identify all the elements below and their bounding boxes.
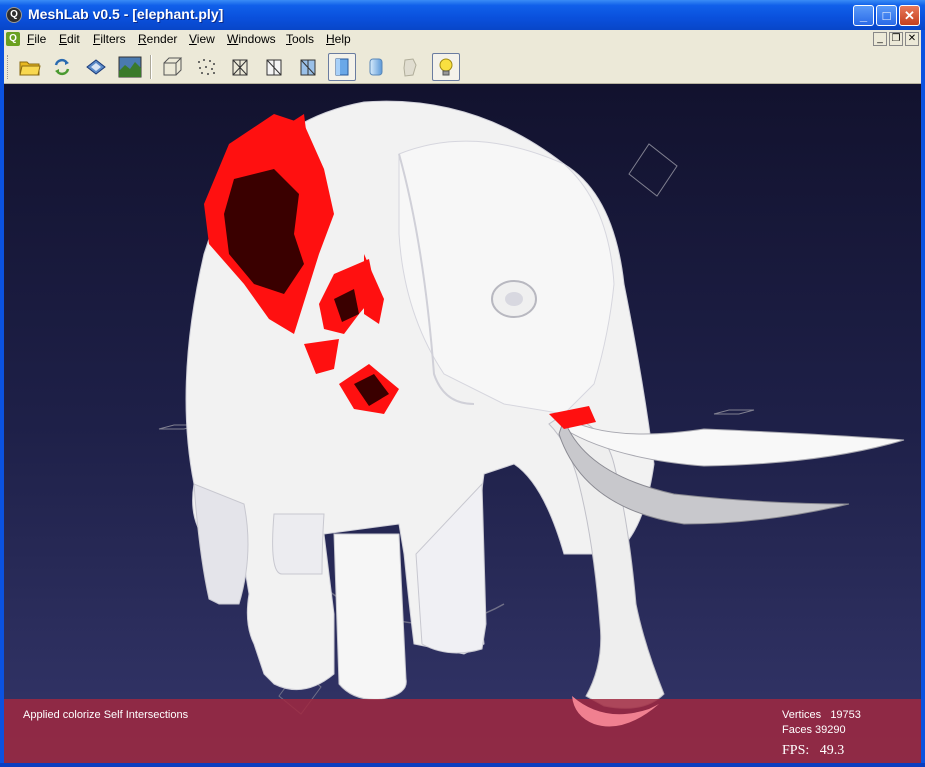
menu-render[interactable]: Render: [138, 32, 177, 46]
open-folder-icon: [19, 61, 41, 76]
save-disk-icon: [86, 59, 106, 75]
smooth-shading-button[interactable]: [362, 53, 390, 81]
hidden-lines-icon: [266, 59, 282, 76]
status-overlay: Applied colorize Self Intersections Vert…: [4, 699, 921, 763]
points-button[interactable]: [192, 53, 220, 81]
close-button[interactable]: ✕: [899, 5, 920, 26]
window-bottom-border: [0, 763, 925, 767]
save-button[interactable]: [82, 53, 110, 81]
trackball-handle-right: [713, 409, 755, 415]
texture-icon: [403, 58, 417, 77]
menu-windows[interactable]: Windows: [227, 32, 276, 46]
menu-help[interactable]: Help: [326, 32, 351, 46]
hidden-lines-button[interactable]: [260, 53, 288, 81]
toolbar-separator: [150, 55, 152, 79]
trackball-handle-top: [628, 143, 678, 197]
bounding-box-icon: [163, 57, 183, 76]
toolbar: [4, 50, 921, 84]
mdi-minimize-button[interactable]: _: [873, 32, 887, 46]
points-render-icon: [198, 59, 215, 75]
toolbar-grip[interactable]: [7, 55, 11, 79]
open-button[interactable]: [16, 53, 44, 81]
bounding-box-button[interactable]: [158, 53, 186, 81]
mdi-close-button[interactable]: ✕: [905, 32, 919, 46]
snapshot-image-icon: [118, 56, 142, 78]
elephant-mesh-render[interactable]: [4, 84, 921, 763]
minimize-button[interactable]: _: [853, 5, 874, 26]
reload-icon: [54, 58, 70, 76]
faces-label: Faces: [782, 724, 812, 736]
wireframe-icon: [232, 59, 248, 76]
mdi-restore-button[interactable]: ❐: [889, 32, 903, 46]
mesh-stats: Vertices 19753 Faces 39290: [782, 708, 861, 738]
lighting-bulb-icon: [439, 58, 453, 76]
title-bar[interactable]: Q MeshLab v0.5 - [elephant.ply] _ □ ✕: [0, 0, 925, 30]
fps-counter: FPS: 49.3: [782, 743, 844, 759]
flat-shading-icon: [335, 58, 349, 76]
snapshot-button[interactable]: [116, 53, 144, 81]
texture-button[interactable]: [396, 53, 424, 81]
status-message: Applied colorize Self Intersections: [23, 709, 189, 721]
window-title: MeshLab v0.5 - [elephant.ply]: [28, 6, 224, 22]
menu-bar: Q File Edit Filters Render View Windows …: [4, 30, 921, 50]
lighting-button[interactable]: [432, 53, 460, 81]
mdi-document-icon[interactable]: Q: [6, 32, 20, 46]
meshlab-window: Q MeshLab v0.5 - [elephant.ply] _ □ ✕ Q …: [0, 0, 925, 767]
flat-lines-icon: [300, 59, 316, 76]
menu-tools[interactable]: Tools: [286, 32, 314, 46]
menu-file[interactable]: File: [27, 32, 46, 46]
faces-value: 39290: [815, 724, 846, 736]
fps-label: FPS:: [782, 743, 810, 758]
flat-lines-button[interactable]: [294, 53, 322, 81]
mesh-viewport[interactable]: Applied colorize Self Intersections Vert…: [4, 84, 921, 763]
fps-value: 49.3: [819, 743, 845, 758]
smooth-shading-icon: [369, 58, 383, 76]
reload-button[interactable]: [48, 53, 76, 81]
flat-shading-button[interactable]: [328, 53, 356, 81]
wireframe-button[interactable]: [226, 53, 254, 81]
maximize-button[interactable]: □: [876, 5, 897, 26]
meshlab-app-icon[interactable]: Q: [6, 7, 22, 23]
menu-edit[interactable]: Edit: [59, 32, 80, 46]
vertices-value: 19753: [830, 709, 861, 721]
vertices-label: Vertices: [782, 709, 822, 721]
menu-view[interactable]: View: [189, 32, 215, 46]
menu-filters[interactable]: Filters: [93, 32, 126, 46]
